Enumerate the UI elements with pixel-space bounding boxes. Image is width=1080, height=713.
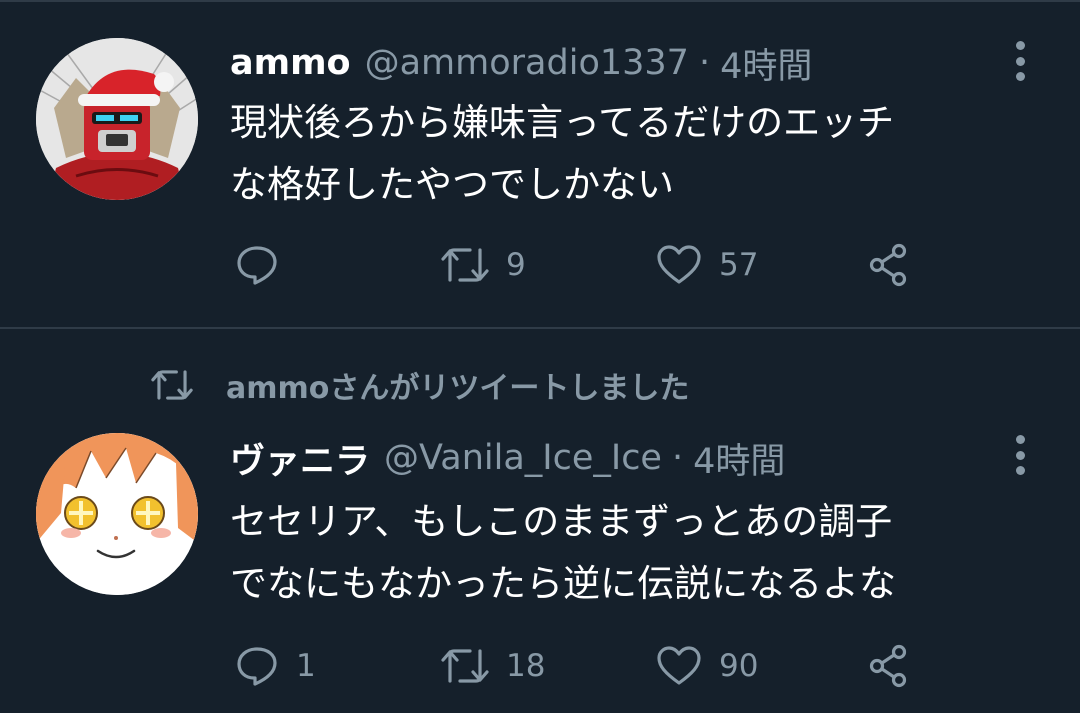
avatar[interactable] xyxy=(36,433,198,595)
like-count: 90 xyxy=(719,648,759,684)
tweet-item[interactable]: ammoさんがリツイートしました ヴァニラ @Vanila_Ice_Ice · … xyxy=(0,329,1080,713)
retweet-count: 18 xyxy=(506,648,546,684)
tweet-text: 現状後ろから嫌味言ってるだけのエッチ な格好したやつでしかない xyxy=(230,92,1030,216)
tweet-header: ヴァニラ @Vanila_Ice_Ice · 4時間 xyxy=(230,433,785,483)
more-options-icon[interactable] xyxy=(1010,41,1030,81)
avatar[interactable] xyxy=(36,38,198,200)
retweet-icon xyxy=(441,248,489,282)
reply-icon xyxy=(237,246,277,285)
tweet-actions: 9 57 xyxy=(230,240,950,290)
reply-count: 1 xyxy=(296,648,316,684)
tweet-text-line: 現状後ろから嫌味言ってるだけのエッチ xyxy=(230,101,895,144)
share-button[interactable] xyxy=(866,240,912,290)
tweet-text-line: セセリア、もしこのままずっとあの調子 xyxy=(230,500,893,543)
separator-dot: · xyxy=(698,43,711,83)
separator-dot: · xyxy=(671,438,684,478)
retweet-icon xyxy=(151,370,193,400)
retweet-button[interactable]: 18 xyxy=(440,641,545,691)
like-count: 57 xyxy=(719,247,759,283)
tweet-text-line: でなにもなかったら逆に伝説になるよな xyxy=(230,562,896,605)
more-options-icon[interactable] xyxy=(1010,435,1030,475)
like-button[interactable]: 90 xyxy=(655,641,758,691)
tweet-timestamp[interactable]: 4時間 xyxy=(720,38,812,89)
heart-icon xyxy=(657,245,701,284)
user-handle[interactable]: @ammoradio1337 xyxy=(365,43,689,83)
tweet-header: ammo @ammoradio1337 · 4時間 xyxy=(230,38,812,88)
like-button[interactable]: 57 xyxy=(655,240,758,290)
retweet-button[interactable]: 9 xyxy=(440,240,526,290)
retweeted-by-label: ammoさんがリツイートしました xyxy=(226,371,690,406)
retweet-icon xyxy=(441,649,489,683)
display-name[interactable]: ヴァニラ xyxy=(230,433,370,484)
reply-icon xyxy=(237,647,277,686)
santa-robot-avatar-icon xyxy=(36,38,198,200)
user-handle[interactable]: @Vanila_Ice_Ice xyxy=(384,438,662,478)
heart-icon xyxy=(657,646,701,685)
retweeted-by-banner[interactable]: ammoさんがリツイートしました xyxy=(148,363,689,407)
share-icon xyxy=(869,644,907,688)
share-button[interactable] xyxy=(866,641,912,691)
anime-girl-avatar-icon xyxy=(36,433,198,595)
reply-button[interactable] xyxy=(234,240,296,290)
display-name[interactable]: ammo xyxy=(230,43,351,83)
tweet-item[interactable]: ammo @ammoradio1337 · 4時間 現状後ろから嫌味言ってるだけ… xyxy=(0,0,1080,329)
tweet-text: セセリア、もしこのままずっとあの調子 でなにもなかったら逆に伝説になるよな xyxy=(230,491,1030,615)
reply-button[interactable]: 1 xyxy=(234,641,316,691)
tweet-text-line: な格好したやつでしかない xyxy=(230,163,674,206)
retweet-count: 9 xyxy=(506,247,526,283)
tweet-timestamp[interactable]: 4時間 xyxy=(693,433,785,484)
share-icon xyxy=(869,243,907,287)
tweet-actions: 1 18 90 xyxy=(230,641,950,691)
